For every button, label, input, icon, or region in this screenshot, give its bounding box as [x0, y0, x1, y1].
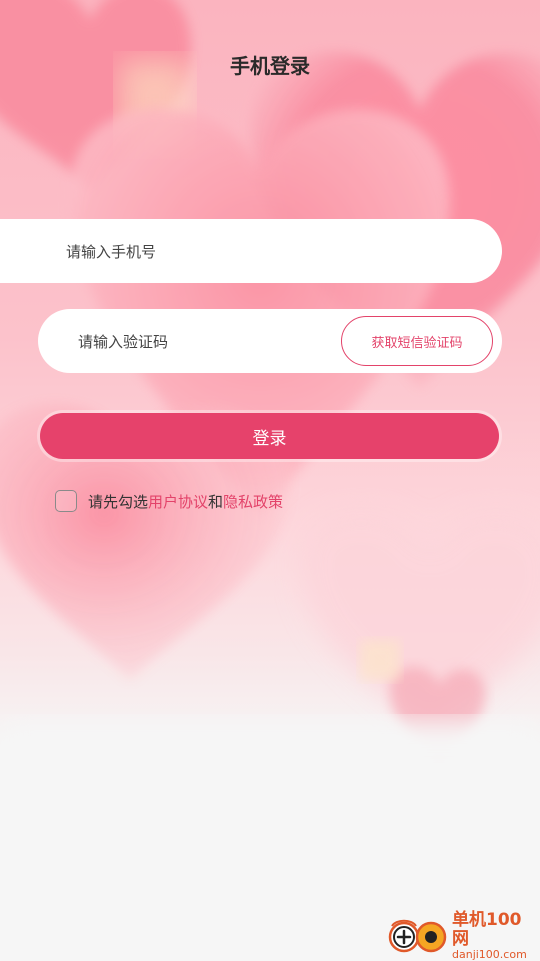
login-button-label: 登录: [252, 428, 287, 449]
background: [0, 0, 540, 960]
phone-field-container: [0, 219, 502, 285]
watermark-url: danji100.com: [452, 947, 527, 961]
get-sms-code-button[interactable]: 获取短信验证码: [341, 316, 493, 366]
phone-input[interactable]: [64, 219, 488, 285]
code-field-container: 获取短信验证码: [38, 309, 502, 375]
login-button[interactable]: 登录: [40, 413, 499, 459]
page-title: 手机登录: [230, 54, 310, 78]
get-sms-code-label: 获取短信验证码: [371, 335, 463, 351]
watermark: 单机100网 danji100.com: [386, 910, 536, 961]
agreement-row: 请先勾选用户协议和隐私政策: [55, 488, 283, 514]
danji-logo-icon: [386, 916, 450, 956]
agreement-checkbox[interactable]: [55, 490, 77, 512]
agreement-conjunction: 和: [208, 492, 224, 511]
watermark-name: 单机100网: [452, 910, 522, 949]
user-agreement-link[interactable]: 用户协议: [148, 493, 208, 511]
verification-code-input[interactable]: [76, 309, 330, 375]
agreement-prefix: 请先勾选: [88, 492, 149, 511]
privacy-policy-link[interactable]: 隐私政策: [223, 493, 283, 511]
agreement-text: 请先勾选用户协议和隐私政策: [88, 491, 283, 512]
